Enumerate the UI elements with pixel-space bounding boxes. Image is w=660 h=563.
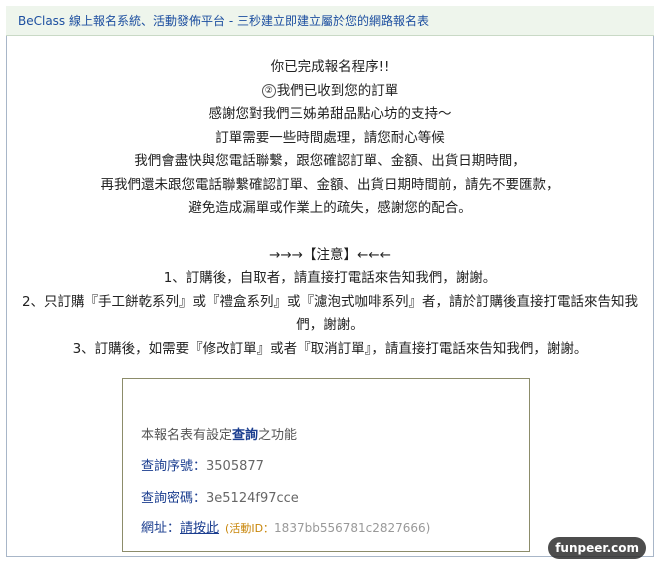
query-serial-value: 3505877 xyxy=(206,459,264,474)
thanks-line: 感謝您對我們三姊弟甜品點心坊的支持～ xyxy=(208,106,452,122)
watermark-badge: funpeer.com xyxy=(548,537,646,559)
notice-item: 3、訂購後，如需要『修改訂單』或者『取消訂單』，請直接打電話來告知我們，謝謝。 xyxy=(72,340,588,357)
processing-line: 訂單需要一些時間處理，請您耐心等候 xyxy=(215,129,445,146)
event-id-label: (活動ID： xyxy=(225,522,275,535)
confirmation-content: 你已完成報名程序!! ② 我們已收到您的訂單 感謝您對我們三姊弟甜品點心坊的支持～… xyxy=(6,36,654,361)
click-here-link[interactable]: 請按此 xyxy=(180,521,219,536)
query-url-label: 網址： xyxy=(141,521,181,536)
completion-heading: 你已完成報名程序!! xyxy=(270,59,390,75)
query-password-value: 3e5124f97cce xyxy=(206,491,299,506)
notice-title: →→→【注意】←←← xyxy=(269,246,391,263)
query-keyword: 查詢 xyxy=(232,428,259,443)
header-title: BeClass 線上報名系統、活動發佈平台 - 三秒建立即建立屬於您的網路報名表 xyxy=(18,14,429,28)
notice-section: →→→【注意】←←← 1、訂購後，自取者，請直接打電話來告知我們，謝謝。 2、只… xyxy=(15,244,645,362)
query-intro: 本報名表有設定查詢之功能 xyxy=(141,428,298,443)
notice-item: 2、只訂購『手工餅乾系列』或『禮盒系列』或『濾泡式咖啡系列』者，請於訂購後直接打… xyxy=(21,293,639,334)
payment-warning-line: 再我們還未跟您電話聯繫確認訂單、金額、出貨日期時間前，請先不要匯款， xyxy=(100,176,560,193)
event-id-value: 1837bb556781c2827666) xyxy=(274,521,431,535)
query-password-row: 查詢密碼：3e5124f97cce xyxy=(141,487,299,506)
query-serial-label: 查詢序號： xyxy=(141,459,207,474)
query-info-box: 本報名表有設定查詢之功能 查詢序號：3505877 查詢密碼：3e5124f97… xyxy=(122,378,530,552)
notice-item: 1、訂購後，自取者，請直接打電話來告知我們，謝謝。 xyxy=(163,270,497,286)
circled-number-icon: ② xyxy=(261,83,276,98)
contact-line: 我們會盡快與您電話聯繫，跟您確認訂單、金額、出貨日期時間， xyxy=(134,153,526,169)
query-serial-row: 查詢序號：3505877 xyxy=(141,455,264,474)
query-password-label: 查詢密碼： xyxy=(141,491,207,506)
order-received-text: 我們已收到您的訂單 xyxy=(276,82,399,99)
query-url-row: 網址：請按此 (活動ID：1837bb556781c2827666) xyxy=(141,517,430,536)
cooperation-line: 避免造成漏單或作業上的疏失，感謝您的配合。 xyxy=(188,200,472,216)
order-received-line: ② 我們已收到您的訂單 xyxy=(6,80,654,104)
header-bar: BeClass 線上報名系統、活動發佈平台 - 三秒建立即建立屬於您的網路報名表 xyxy=(6,6,654,36)
